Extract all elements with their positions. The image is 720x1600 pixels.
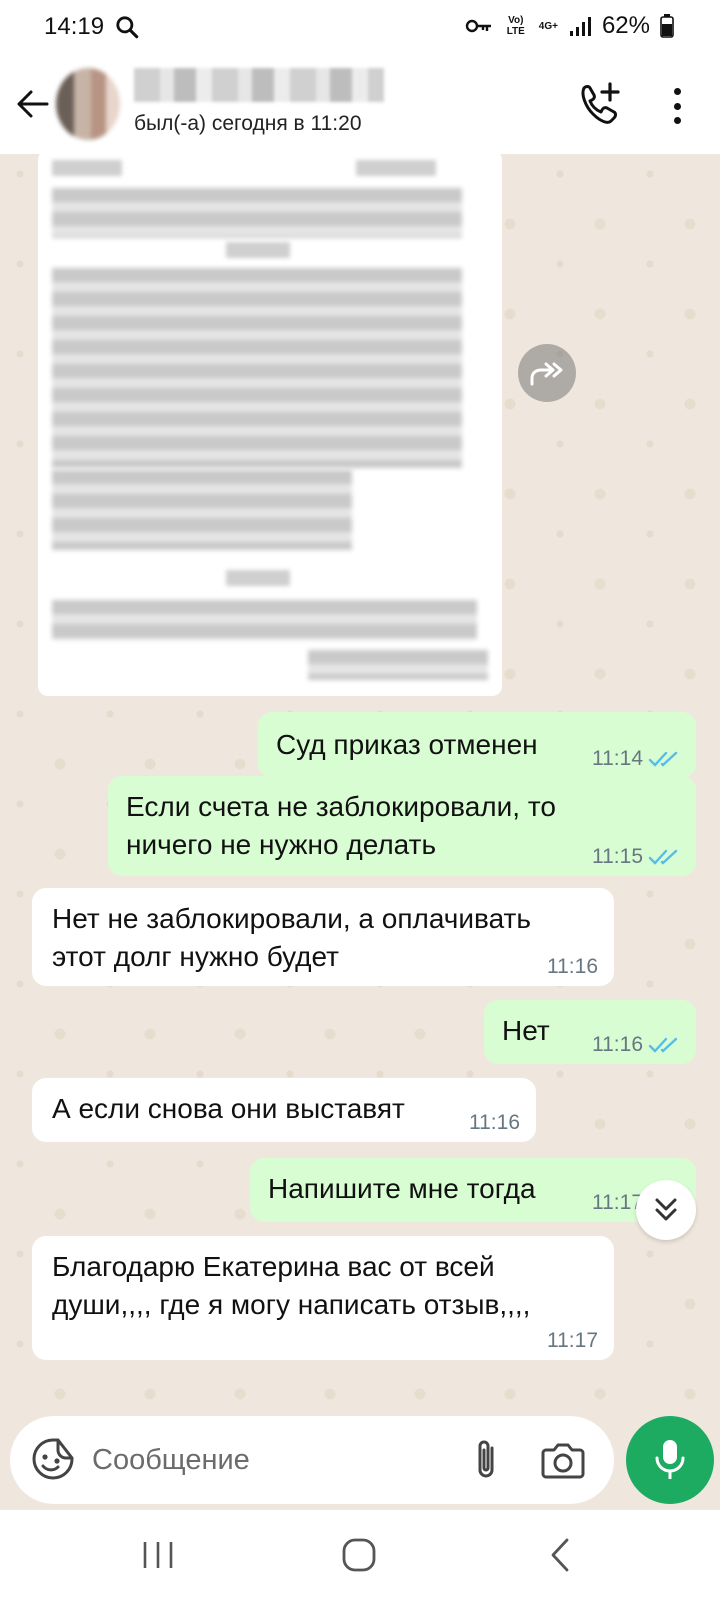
forward-icon xyxy=(530,362,563,386)
message-meta: 11:16 xyxy=(592,1034,680,1056)
more-vert-icon[interactable] xyxy=(660,84,694,128)
back-button[interactable] xyxy=(10,82,54,126)
battery-percent: 62% xyxy=(601,12,650,39)
search-icon xyxy=(116,16,139,39)
forward-button[interactable] xyxy=(518,344,576,402)
system-nav-bar xyxy=(0,1510,720,1600)
message-meta: 11:16 xyxy=(469,1112,520,1134)
add-call-icon[interactable] xyxy=(576,82,622,128)
status-bar: 14:19 Vo) LTE 4G+ 62% xyxy=(0,0,720,56)
double-check-icon xyxy=(648,849,678,865)
message-time: 11:16 xyxy=(469,1111,520,1134)
message-time: 11:17 xyxy=(547,1329,598,1352)
message-outgoing[interactable]: Нет 11:16 xyxy=(484,1000,696,1064)
chat-header: был(-а) сегодня в 11:20 xyxy=(0,56,720,154)
back-arrow-icon xyxy=(17,90,49,118)
message-text: Нет не заблокировали, а оплачивать этот … xyxy=(52,903,531,972)
nav-back-icon[interactable] xyxy=(548,1536,572,1574)
message-text: Благодарю Екатерина вас от всей души,,,,… xyxy=(52,1251,531,1320)
network-label: 4G+ xyxy=(538,20,558,32)
double-check-icon xyxy=(648,751,678,767)
message-outgoing[interactable]: Если счета не заблокировали, то ничего н… xyxy=(108,776,696,876)
message-incoming[interactable]: Нет не заблокировали, а оплачивать этот … xyxy=(32,888,614,986)
message-outgoing[interactable]: Напишите мне тогда 11:17 xyxy=(250,1158,696,1222)
message-time: 11:14 xyxy=(592,747,643,770)
last-seen-status: был(-а) сегодня в 11:20 xyxy=(134,112,362,135)
message-text: Если счета не заблокировали, то ничего н… xyxy=(126,791,556,860)
home-icon[interactable] xyxy=(340,1536,378,1574)
redacted-document-image[interactable] xyxy=(38,154,502,696)
message-composer xyxy=(10,1416,614,1504)
mic-icon xyxy=(655,1440,685,1479)
double-check-icon xyxy=(648,1037,678,1053)
message-meta: 11:16 xyxy=(547,956,598,978)
contact-name-redacted[interactable] xyxy=(134,68,384,102)
mic-button[interactable] xyxy=(626,1416,714,1504)
status-icons: Vo) LTE 4G+ 62% xyxy=(465,12,674,40)
message-meta: 11:14 xyxy=(592,748,680,770)
lte-label: Vo) LTE xyxy=(506,15,525,37)
sticker-icon[interactable] xyxy=(30,1436,76,1482)
chevron-double-down-icon xyxy=(655,1198,677,1221)
message-meta: 11:15 xyxy=(592,846,680,868)
message-time: 11:16 xyxy=(547,955,598,978)
message-text: А если снова они выставят xyxy=(52,1093,405,1124)
scroll-to-bottom-button[interactable] xyxy=(636,1180,696,1240)
attach-icon[interactable] xyxy=(466,1436,506,1484)
message-outgoing[interactable]: Суд приказ отменен 11:14 xyxy=(258,712,696,778)
recent-apps-icon[interactable] xyxy=(140,1538,176,1572)
message-input[interactable] xyxy=(92,1434,452,1486)
camera-icon[interactable] xyxy=(540,1438,586,1482)
signal-icon xyxy=(569,17,591,36)
message-incoming[interactable]: А если снова они выставят 11:16 xyxy=(32,1078,536,1142)
avatar[interactable] xyxy=(56,68,120,140)
message-time: 11:15 xyxy=(592,845,643,868)
battery-icon xyxy=(660,14,674,38)
key-icon xyxy=(465,19,491,33)
status-time: 14:19 xyxy=(44,13,105,40)
chat-area[interactable]: Суд приказ отменен 11:14 Если счета не з… xyxy=(0,154,720,1420)
message-time: 11:16 xyxy=(592,1033,643,1056)
message-incoming[interactable]: Благодарю Екатерина вас от всей души,,,,… xyxy=(32,1236,614,1360)
message-meta: 11:17 xyxy=(547,1330,598,1352)
